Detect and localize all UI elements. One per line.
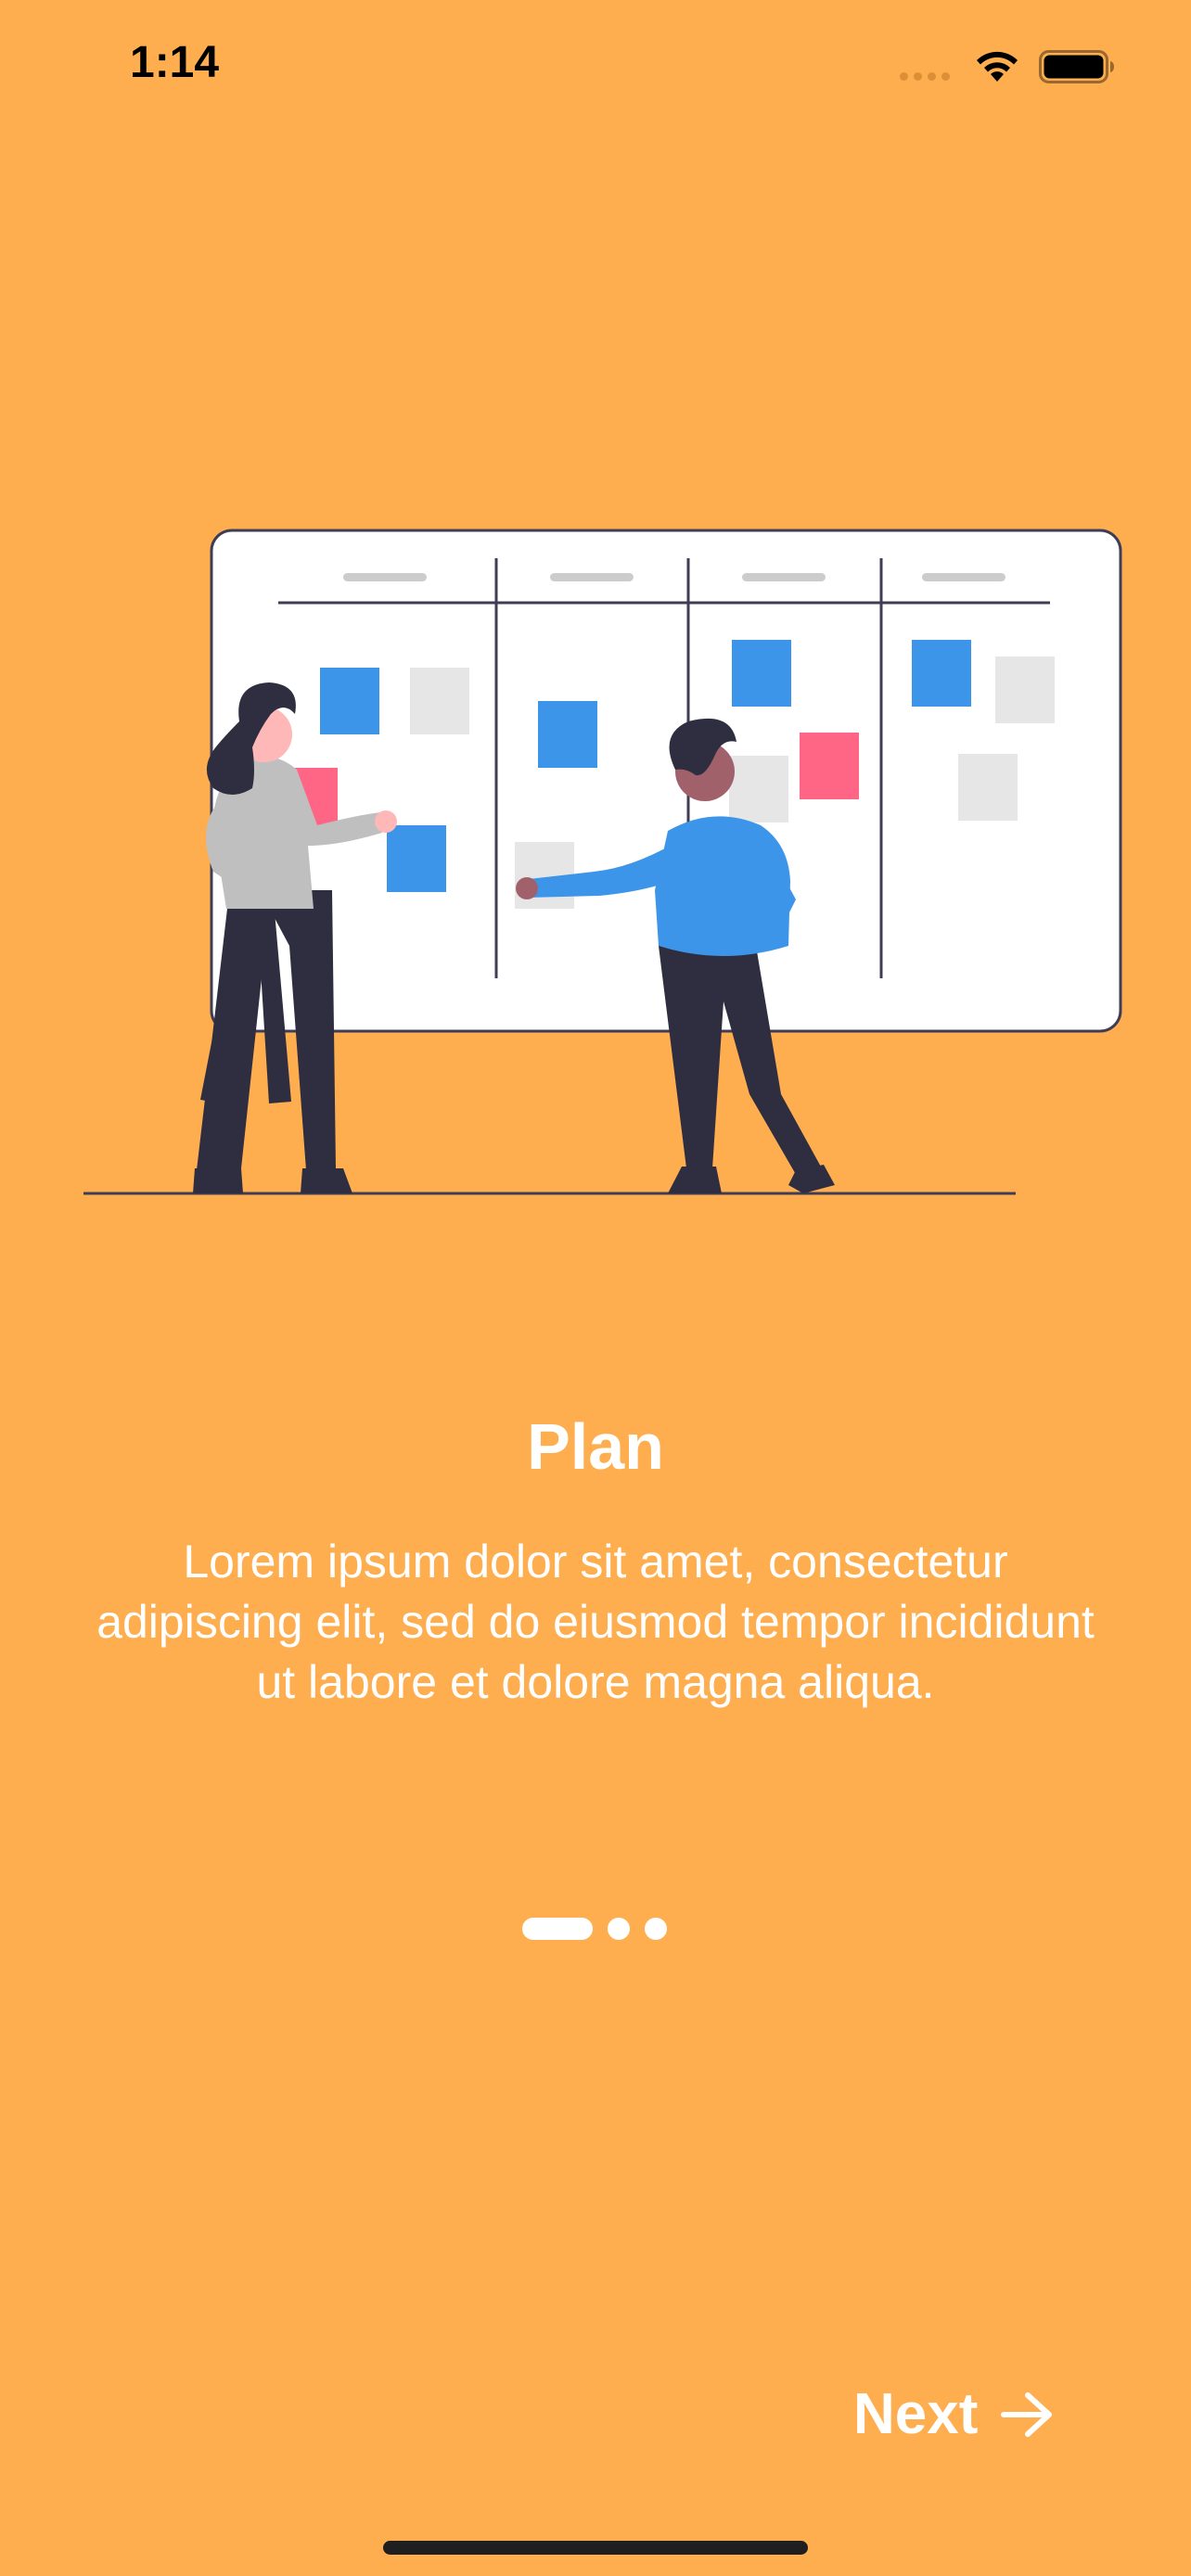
page-dot[interactable] xyxy=(608,1918,630,1940)
status-bar: 1:14 xyxy=(0,0,1191,130)
page-dot[interactable] xyxy=(645,1918,667,1940)
onboarding-description: Lorem ipsum dolor sit amet, consectetur … xyxy=(96,1536,1095,1708)
home-indicator[interactable] xyxy=(383,2541,808,2555)
status-time: 1:14 xyxy=(130,38,220,87)
battery-icon xyxy=(1039,50,1114,83)
page-dot-active[interactable] xyxy=(522,1918,593,1940)
next-button-label: Next xyxy=(853,2382,979,2446)
planning-illustration xyxy=(83,529,1122,1195)
arrow-right-icon xyxy=(1001,2391,1053,2437)
wifi-icon xyxy=(977,51,1018,82)
onboarding-title: Plan xyxy=(527,1410,664,1483)
page-indicator[interactable] xyxy=(522,1918,667,1940)
cellular-signal-icon xyxy=(900,72,950,81)
next-button[interactable]: Next xyxy=(853,2381,1054,2447)
